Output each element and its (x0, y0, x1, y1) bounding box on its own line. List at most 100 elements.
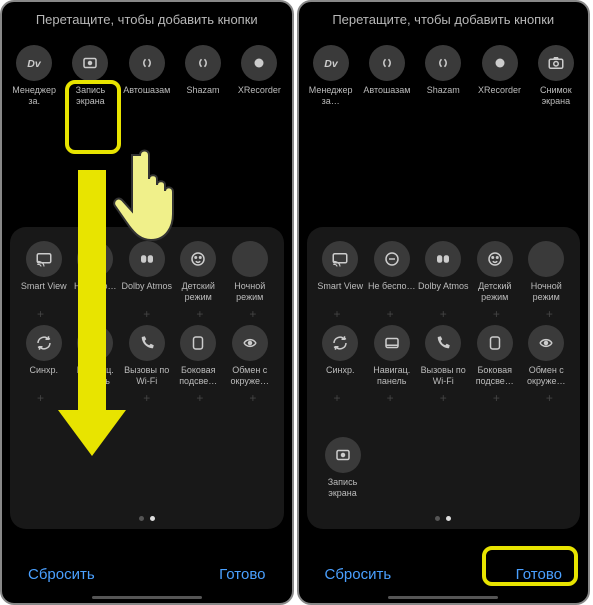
drop-slot[interactable]: + (523, 391, 576, 405)
drop-slot[interactable]: + (226, 391, 279, 405)
tile-ne-bespo[interactable]: Н беспо… (70, 241, 122, 303)
drop-slot[interactable]: + (523, 307, 576, 321)
tile-obmen[interactable]: Обмен с окруже… (521, 325, 573, 387)
drop-slot[interactable]: + (14, 391, 67, 405)
wificall-icon (425, 325, 461, 361)
rec-dot-icon (482, 45, 518, 81)
tile-nochnoy[interactable]: Ночной режим (224, 241, 276, 303)
tile-label: Dolby Atmos (121, 281, 172, 303)
wificall-icon (129, 325, 165, 361)
tile-snimok[interactable]: Снимок экрана (528, 45, 584, 107)
tile-label: Обмен с окруже… (521, 365, 573, 387)
tile-label: XRecorder (238, 85, 281, 107)
tile-ne-bespo[interactable]: Не беспо… (366, 241, 418, 303)
tile-label: Shazam (427, 85, 460, 107)
tile-shazam[interactable]: Shazam (415, 45, 471, 107)
tile-label: Ночной режим (521, 281, 573, 303)
drop-slot[interactable]: + (364, 391, 417, 405)
navbar-icon (77, 325, 113, 361)
camera-icon (538, 45, 574, 81)
header-text: Перетащите, чтобы добавить кнопки (299, 2, 589, 45)
reset-button[interactable]: Сбросить (28, 566, 95, 583)
dot-active (150, 516, 155, 521)
tile-obmen[interactable]: Обмен с окруже… (224, 325, 276, 387)
tile-bokovaya[interactable]: Боковая подсве… (173, 325, 225, 387)
drop-slot[interactable]: + (470, 307, 523, 321)
quick-panel: Smart ViewН беспо…Dolby AtmosДетский реж… (10, 227, 284, 529)
moon-icon (232, 241, 268, 277)
tile-label: Обмен с окруже… (224, 365, 276, 387)
drop-slot[interactable]: + (226, 307, 279, 321)
tile-dolby[interactable]: Dolby Atmos (121, 241, 173, 303)
tile-label: Запись экрана (315, 477, 371, 499)
share-icon (232, 325, 268, 361)
drop-slot[interactable]: + (67, 307, 120, 321)
tile-menedjer[interactable]: Dv Менеджер за… (303, 45, 359, 107)
svg-text:Dv: Dv (324, 58, 339, 70)
dot (435, 516, 440, 521)
nav-bar (2, 596, 292, 599)
done-button[interactable]: Готово (219, 566, 265, 583)
tile-label: XRecorder (478, 85, 521, 107)
record-rect-icon (72, 45, 108, 81)
tile-sinhr[interactable]: Синхр. (18, 325, 70, 387)
dnd-icon (77, 241, 113, 277)
tile-dolby[interactable]: Dolby Atmos (418, 241, 470, 303)
shazam-icon (425, 45, 461, 81)
done-button[interactable]: Готово (516, 566, 562, 583)
dot-active (446, 516, 451, 521)
tile-vyzovy-wifi[interactable]: Вызовы по Wi-Fi (121, 325, 173, 387)
tile-navigac[interactable]: Навигац. панель (70, 325, 122, 387)
tile-vyzovy-wifi[interactable]: Вызовы по Wi-Fi (418, 325, 470, 387)
tile-smartview[interactable]: Smart View (315, 241, 367, 303)
tile-label: Shazam (187, 85, 220, 107)
page-dots (10, 516, 284, 521)
tile-detskiy[interactable]: Детский режим (469, 241, 521, 303)
tile-smartview[interactable]: Smart View (18, 241, 70, 303)
drop-slot[interactable]: + (417, 307, 470, 321)
tile-bokovaya[interactable]: Боковая подсве… (469, 325, 521, 387)
tile-zapis-ekrana[interactable]: Запись экрана (315, 437, 371, 499)
page-dots (307, 516, 581, 521)
drop-slot[interactable]: + (311, 307, 364, 321)
tile-nochnoy[interactable]: Ночной режим (521, 241, 573, 303)
moon-icon (528, 241, 564, 277)
drop-slot[interactable]: + (470, 391, 523, 405)
nav-bar (299, 596, 589, 599)
tile-detskiy[interactable]: Детский режим (173, 241, 225, 303)
tile-label: Навигац. панель (366, 365, 418, 387)
footer: Сбросить Готово (299, 545, 589, 603)
tile-menedjer[interactable]: DvМенеджер за. (6, 45, 62, 107)
drop-slot[interactable]: + (120, 307, 173, 321)
tile-shazam[interactable]: Shazam (175, 45, 231, 107)
tile-xrecorder[interactable]: XRecorder (231, 45, 287, 107)
reset-button[interactable]: Сбросить (325, 566, 392, 583)
footer: Сбросить Готово (2, 545, 292, 603)
tile-navigac[interactable]: Навигац. панель (366, 325, 418, 387)
phone-right: Перетащите, чтобы добавить кнопки Dv Мене… (297, 0, 591, 605)
drop-slot[interactable]: + (173, 391, 226, 405)
tile-sinhr[interactable]: Синхр. (315, 325, 367, 387)
share-icon (528, 325, 564, 361)
drop-slot[interactable]: + (67, 391, 120, 405)
drop-slot[interactable]: + (364, 307, 417, 321)
tile-label: Синхр. (326, 365, 355, 387)
drop-slot[interactable]: + (311, 391, 364, 405)
phone-left: Перетащите, чтобы добавить кнопки DvМене… (0, 0, 294, 605)
tile-avtoshazam[interactable]: Автошазам (119, 45, 175, 107)
navbar-icon (374, 325, 410, 361)
tile-xrecorder[interactable]: XRecorder (472, 45, 528, 107)
edge-icon (477, 325, 513, 361)
cast-icon (322, 241, 358, 277)
tile-label: Менеджер за… (303, 85, 359, 107)
drop-slot[interactable]: + (14, 307, 67, 321)
shazam-icon (185, 45, 221, 81)
tile-label: Навигац. панель (70, 365, 122, 387)
tile-zapis-ekrana[interactable]: Запись экрана (62, 45, 118, 107)
drop-slot[interactable]: + (417, 391, 470, 405)
drop-slot[interactable]: + (120, 391, 173, 405)
tile-label: Вызовы по Wi-Fi (418, 365, 470, 387)
tile-label: Запись экрана (62, 85, 118, 107)
tile-avtoshazam[interactable]: Автошазам (359, 45, 415, 107)
drop-slot[interactable]: + (173, 307, 226, 321)
